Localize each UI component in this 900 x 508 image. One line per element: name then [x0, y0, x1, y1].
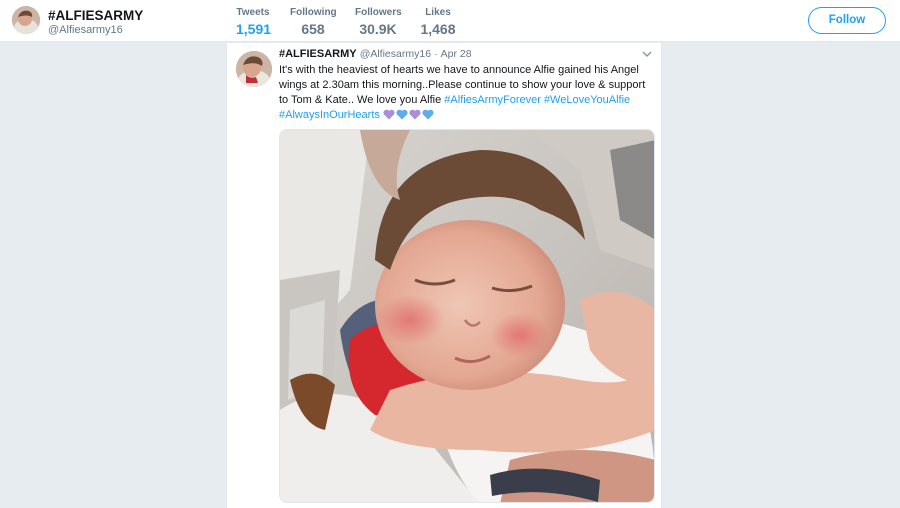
- blue-heart-icon: [396, 109, 408, 120]
- nav-likes-count: 1,468: [420, 21, 456, 37]
- follow-button[interactable]: Follow: [808, 7, 886, 34]
- blue-heart-icon: [422, 109, 434, 120]
- profile-handle[interactable]: @Alfiesarmy16: [48, 24, 123, 36]
- tweet-timestamp[interactable]: Apr 28: [441, 48, 472, 60]
- nav-tweets-label: Tweets: [236, 7, 270, 18]
- nav-following-label: Following: [290, 7, 337, 18]
- nav-likes[interactable]: Likes 1,468: [420, 7, 456, 37]
- hashtag-weloveyoualfie[interactable]: #WeLoveYouAlfie: [544, 94, 630, 106]
- purple-heart-icon: [383, 109, 395, 120]
- profile-nav-bar: #ALFIESARMY @Alfiesarmy16 Tweets 1,591 F…: [0, 0, 900, 47]
- hashtag-alwaysinourhearts[interactable]: #AlwaysInOurHearts: [279, 109, 380, 121]
- tweet-header: #ALFIESARMY @Alfiesarmy16 · Apr 28: [279, 48, 472, 60]
- profile-avatar[interactable]: [12, 6, 40, 34]
- hashtag-alfiesarmyforever[interactable]: #AlfiesArmyForever: [444, 94, 541, 106]
- avatar-image-icon: [12, 6, 40, 34]
- tweet-text: It's with the heaviest of hearts we have…: [279, 63, 657, 125]
- profile-name[interactable]: #ALFIESARMY: [48, 8, 143, 23]
- tweet-author-avatar[interactable]: [236, 51, 272, 87]
- nav-tweets[interactable]: Tweets 1,591: [236, 7, 272, 47]
- nav-followers-count: 30.9K: [359, 21, 397, 37]
- photo-of-sleeping-child-icon: [280, 130, 654, 502]
- avatar-image-icon: [236, 51, 272, 87]
- nav-likes-label: Likes: [425, 7, 451, 18]
- nav-following-count: 658: [301, 21, 325, 37]
- tweet-author-handle[interactable]: @Alfiesarmy16: [360, 48, 431, 60]
- tweet-card[interactable]: #ALFIESARMY @Alfiesarmy16 · Apr 28 It's …: [226, 43, 662, 508]
- tweet-separator: ·: [434, 48, 438, 60]
- nav-followers-label: Followers: [355, 7, 402, 18]
- nav-followers[interactable]: Followers 30.9K: [355, 7, 402, 37]
- nav-tweets-count: 1,591: [236, 21, 272, 37]
- heart-emojis: [383, 109, 435, 125]
- nav-following[interactable]: Following 658: [290, 7, 337, 37]
- tweet-photo[interactable]: [279, 129, 655, 503]
- chevron-down-icon[interactable]: [641, 49, 653, 59]
- tweet-author-name[interactable]: #ALFIESARMY: [279, 48, 357, 60]
- purple-heart-icon: [409, 109, 421, 120]
